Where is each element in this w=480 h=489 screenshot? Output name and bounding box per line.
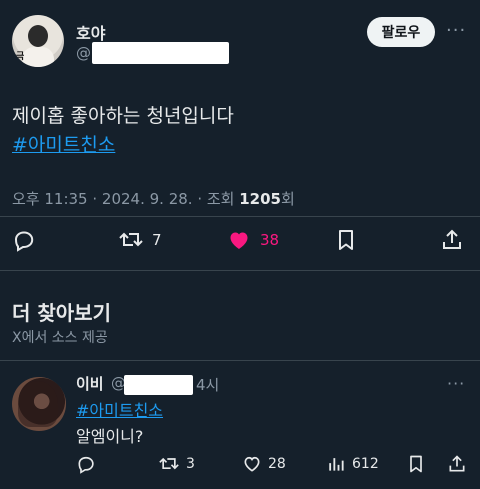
tweet-text: 제이홉 좋아하는 청년입니다 bbox=[12, 105, 234, 127]
reply-like-button[interactable]: 28 bbox=[242, 454, 286, 474]
reply-retweet-button[interactable]: 3 bbox=[158, 454, 195, 474]
retweet-icon bbox=[159, 457, 179, 470]
reply-more-options-icon[interactable]: ··· bbox=[447, 374, 465, 393]
heart-outline-icon bbox=[244, 456, 260, 472]
reply-icon bbox=[78, 456, 94, 474]
reply-share-button[interactable] bbox=[447, 454, 467, 474]
share-icon bbox=[443, 229, 461, 249]
view-count: 1205 bbox=[239, 190, 281, 208]
reply-hashtag-link[interactable]: #아미트친소 bbox=[76, 397, 163, 421]
heart-icon bbox=[230, 232, 248, 249]
tweet-meta: 오후 11:35 · 2024. 9. 28. · 조회 1205회 bbox=[12, 188, 295, 209]
author-handle[interactable]: @ bbox=[76, 44, 91, 62]
explore-more-title: 더 찾아보기 bbox=[12, 301, 111, 325]
tweet-timestamp[interactable]: 오후 11:35 · 2024. 9. 28. · 조회 bbox=[12, 190, 239, 208]
avatar-shirt bbox=[22, 47, 54, 67]
reply-button[interactable] bbox=[12, 228, 36, 252]
retweet-icon bbox=[119, 232, 143, 247]
more-options-icon[interactable]: ··· bbox=[446, 20, 466, 41]
reply-retweet-count: 3 bbox=[186, 456, 195, 472]
retweet-count: 7 bbox=[152, 231, 162, 249]
handle-redaction bbox=[92, 42, 229, 64]
like-count: 38 bbox=[260, 231, 280, 249]
author-avatar[interactable]: 극 bbox=[12, 15, 64, 67]
reply-view-count: 612 bbox=[352, 456, 379, 472]
follow-button[interactable]: 팔로우 bbox=[367, 17, 435, 47]
divider bbox=[0, 360, 480, 361]
view-count-suffix: 회 bbox=[280, 190, 295, 208]
avatar-face bbox=[28, 25, 48, 47]
reply-bookmark-button[interactable] bbox=[406, 454, 426, 474]
share-icon bbox=[449, 455, 465, 472]
reply-views-button[interactable]: 612 bbox=[326, 454, 379, 474]
reply-author-name[interactable]: 이비 bbox=[76, 373, 104, 394]
avatar-hair bbox=[18, 381, 58, 427]
bookmark-button[interactable] bbox=[334, 228, 358, 252]
explore-more-subtitle: X에서 소스 제공 bbox=[12, 330, 108, 346]
author-name[interactable]: 호야 bbox=[76, 20, 105, 44]
bookmark-icon bbox=[339, 230, 353, 250]
reply-handle-redaction bbox=[124, 375, 193, 395]
reply-like-count: 28 bbox=[268, 456, 286, 472]
bookmark-icon bbox=[410, 455, 422, 473]
avatar-label: 극 bbox=[16, 52, 25, 62]
reply-timestamp[interactable]: 4시 bbox=[196, 374, 219, 395]
share-button[interactable] bbox=[440, 228, 464, 252]
reply-reply-button[interactable] bbox=[76, 454, 96, 474]
reply-author-avatar[interactable] bbox=[12, 377, 66, 431]
divider bbox=[0, 216, 480, 217]
reply-text: 알엠이니? bbox=[76, 427, 144, 446]
reply-icon bbox=[14, 231, 34, 252]
divider bbox=[0, 270, 480, 271]
like-button[interactable]: 38 bbox=[226, 228, 279, 252]
retweet-button[interactable]: 7 bbox=[118, 228, 162, 252]
analytics-icon bbox=[329, 458, 344, 471]
tweet-hashtag-link[interactable]: #아미트친소 bbox=[12, 130, 115, 157]
